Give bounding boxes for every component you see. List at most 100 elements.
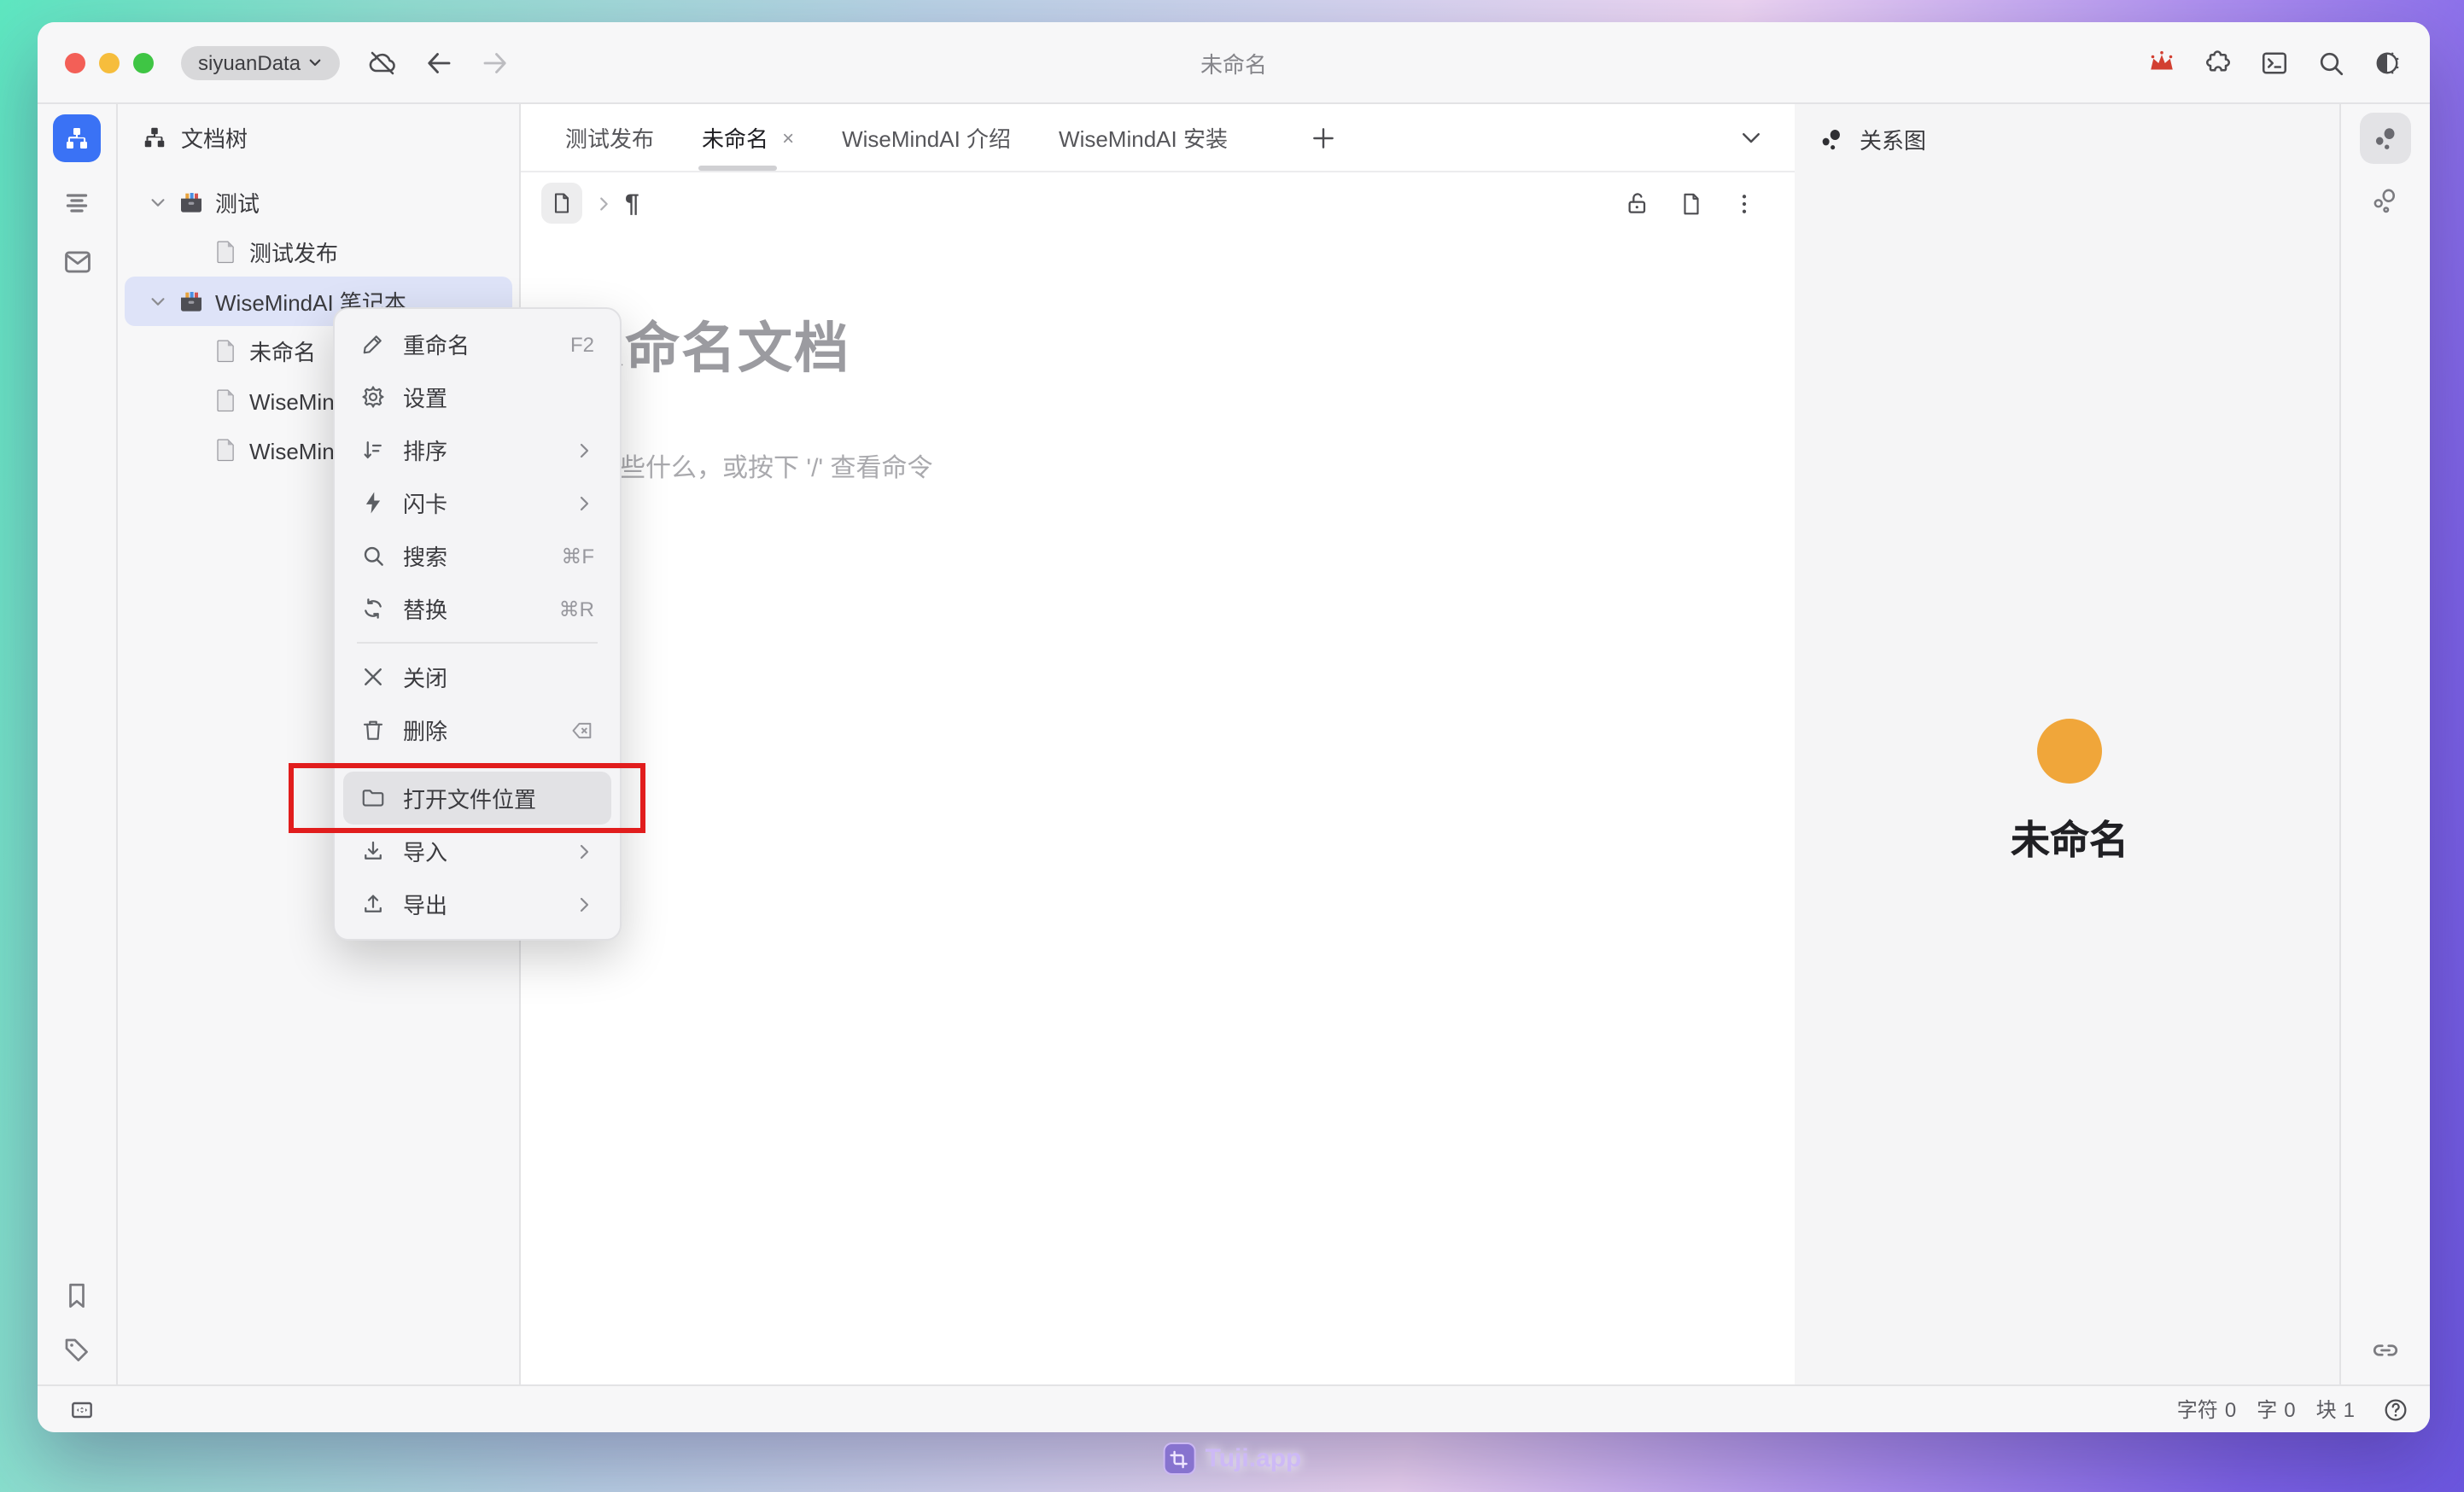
tab-label: WiseMindAI 安装 <box>1059 121 1228 154</box>
graph-icon <box>2371 124 2400 153</box>
sort-icon <box>360 437 386 463</box>
trash-icon <box>360 717 386 743</box>
workspace-switcher[interactable]: siyuanData <box>181 45 340 79</box>
menu-item-settings[interactable]: 设置 <box>343 370 611 423</box>
menu-item-label: 删除 <box>403 714 447 746</box>
doc-tree-title: 文档树 <box>181 121 248 154</box>
char-counter: 字符0 <box>2177 1395 2236 1424</box>
unlock-icon[interactable] <box>1624 189 1651 217</box>
plugin-icon[interactable] <box>2203 47 2233 78</box>
menu-item-label: 排序 <box>403 434 447 466</box>
menu-item-label: 重命名 <box>403 328 470 360</box>
zoom-window-button[interactable] <box>133 52 154 73</box>
menu-item-label: 搜索 <box>403 539 447 572</box>
menu-shortcut: ⌘F <box>561 544 594 568</box>
terminal-icon[interactable] <box>2259 47 2290 78</box>
chevron-right-icon <box>574 440 594 460</box>
tab-weiming-active[interactable]: 未命名 × <box>678 104 818 171</box>
tab-wisemindai-install[interactable]: WiseMindAI 安装 <box>1035 104 1252 171</box>
theme-icon[interactable] <box>2372 47 2403 78</box>
tab-wisemindai-intro[interactable]: WiseMindAI 介绍 <box>818 104 1035 171</box>
dock-global-graph-button[interactable] <box>2370 186 2401 217</box>
tab-list-button[interactable] <box>1738 125 1764 150</box>
breadcrumb: ¶ <box>521 172 1795 234</box>
menu-item-delete[interactable]: 删除 <box>343 703 611 756</box>
tab-label: 未命名 <box>702 121 768 154</box>
menu-item-search[interactable]: 搜索 ⌘F <box>343 529 611 582</box>
close-window-button[interactable] <box>65 52 85 73</box>
tab-label: WiseMindAI 介绍 <box>842 121 1011 154</box>
menu-item-flashcard[interactable]: 闪卡 <box>343 476 611 529</box>
menu-item-replace[interactable]: 替换 ⌘R <box>343 582 611 635</box>
paragraph-mark[interactable]: ¶ <box>625 189 639 218</box>
bookmark-icon <box>61 1280 92 1311</box>
menu-item-label: 设置 <box>403 381 447 413</box>
lightning-icon <box>360 490 386 516</box>
menu-item-export[interactable]: 导出 <box>343 877 611 930</box>
cloud-off-icon[interactable] <box>367 47 398 78</box>
workspace-name: siyuanData <box>198 50 301 74</box>
notebook-icon <box>178 288 205 315</box>
forward-icon[interactable] <box>480 47 511 78</box>
menu-item-rename[interactable]: 重命名 F2 <box>343 318 611 370</box>
menu-item-label: 导入 <box>403 835 447 867</box>
tree-item-label: 未命名 <box>249 335 316 367</box>
annotation-highlight-box <box>289 763 645 833</box>
graph-node[interactable] <box>2037 719 2102 784</box>
export-icon <box>360 891 386 917</box>
gear-icon <box>360 384 386 410</box>
vip-crown-icon[interactable] <box>2146 47 2177 78</box>
dock-backlinks-button[interactable] <box>2370 1335 2401 1366</box>
tree-item-doc[interactable]: 测试发布 <box>125 227 512 277</box>
editor-body-placeholder[interactable]: 输入些什么，或按下 '/' 查看命令 <box>569 449 1733 485</box>
right-dock <box>2341 104 2430 1384</box>
menu-item-sort[interactable]: 排序 <box>343 423 611 476</box>
backspace-icon <box>570 718 594 742</box>
menu-item-label: 关闭 <box>403 661 447 693</box>
breadcrumb-doc-button[interactable] <box>541 183 582 224</box>
document-icon <box>213 239 239 265</box>
chevron-right-icon <box>574 492 594 513</box>
back-icon[interactable] <box>423 47 454 78</box>
dock-graph-button[interactable] <box>2360 113 2411 164</box>
dock-bookmark-button[interactable] <box>61 1280 92 1311</box>
search-icon <box>360 543 386 568</box>
graph-node-label[interactable]: 未命名 <box>2011 807 2128 865</box>
tab-close-icon[interactable]: × <box>782 125 794 149</box>
chevron-right-icon <box>594 194 613 213</box>
chevron-down-icon[interactable] <box>149 193 167 212</box>
graph-panel: 关系图 未命名 <box>1795 104 2341 1384</box>
watermark-text: Tuji.app <box>1206 1444 1302 1473</box>
inbox-icon <box>61 246 93 278</box>
tab-ceshifabu[interactable]: 测试发布 <box>541 104 678 171</box>
crop-icon <box>1163 1442 1195 1475</box>
doc-tree-icon <box>142 125 167 150</box>
dock-file-tree-button[interactable] <box>53 114 101 162</box>
document-icon <box>213 388 239 413</box>
tree-item-notebook[interactable]: 测试 <box>125 178 512 227</box>
dock-tag-button[interactable] <box>61 1335 92 1366</box>
expand-icon[interactable] <box>68 1396 96 1423</box>
tab-label: 测试发布 <box>565 121 654 154</box>
menu-item-label: 闪卡 <box>403 487 447 519</box>
tree-item-label: 测试 <box>215 186 260 219</box>
menu-shortcut: ⌘R <box>559 597 594 621</box>
dock-outline-button[interactable] <box>61 188 92 219</box>
doc-title-placeholder[interactable]: 未命名文档 <box>569 312 1733 384</box>
chevron-down-icon[interactable] <box>149 292 167 311</box>
minimize-window-button[interactable] <box>99 52 120 73</box>
tab-bar: 测试发布 未命名 × WiseMindAI 介绍 WiseMindAI 安装 <box>521 104 1795 172</box>
graph-icon <box>1819 125 1846 153</box>
chevron-down-icon <box>1738 125 1764 150</box>
graph-panel-title: 关系图 <box>1860 123 1926 155</box>
doc-info-icon[interactable] <box>1679 190 1704 216</box>
editor-content[interactable]: 未命名文档 输入些什么，或按下 '/' 查看命令 <box>521 234 1795 1384</box>
dock-inbox-button[interactable] <box>61 246 93 278</box>
new-tab-button[interactable] <box>1310 124 1337 151</box>
desktop-background: siyuanData 未命名 <box>0 0 2464 1492</box>
menu-item-close[interactable]: 关闭 <box>343 650 611 703</box>
search-icon[interactable] <box>2315 47 2346 78</box>
chevron-right-icon <box>574 894 594 914</box>
help-icon[interactable] <box>2382 1396 2409 1423</box>
more-icon[interactable] <box>1731 190 1757 216</box>
